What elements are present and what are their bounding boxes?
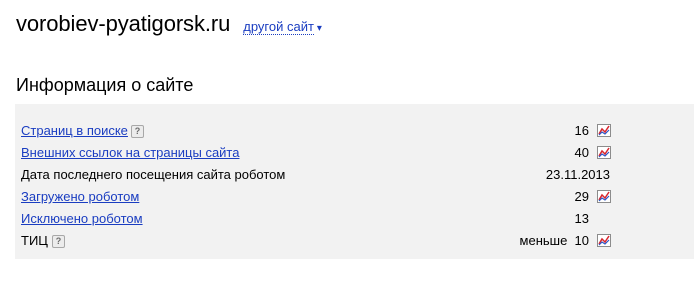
tic-value: меньше 10 <box>519 233 589 248</box>
site-header: vorobiev-pyatigorsk.ru другой сайт ▾ <box>16 11 322 41</box>
excluded-by-robot-value: 13 <box>574 211 589 226</box>
site-name: vorobiev-pyatigorsk.ru <box>16 11 231 36</box>
tic-label: ТИЦ <box>21 233 48 248</box>
external-links-link[interactable]: Внешних ссылок на страницы сайта <box>21 142 239 164</box>
help-icon[interactable]: ? <box>52 235 65 248</box>
site-info-panel: Страниц в поиске ? 16 Внешних ссылок на … <box>15 104 694 259</box>
last-visit-value: 23.11.2013 <box>545 167 610 182</box>
help-icon[interactable]: ? <box>131 125 144 138</box>
chart-icon[interactable] <box>597 124 611 137</box>
site-info-list: Страниц в поиске ? 16 Внешних ссылок на … <box>21 120 611 252</box>
chart-icon[interactable] <box>597 146 611 159</box>
info-row-excluded-by-robot: Исключено роботом 13 <box>21 208 611 230</box>
loaded-by-robot-value: 29 <box>574 189 589 204</box>
chart-icon[interactable] <box>597 234 611 247</box>
chart-icon[interactable] <box>597 190 611 203</box>
external-links-value: 40 <box>574 145 589 160</box>
loaded-by-robot-link[interactable]: Загружено роботом <box>21 186 139 208</box>
info-row-last-visit: Дата последнего посещения сайта роботом … <box>21 164 611 186</box>
chevron-down-icon[interactable]: ▾ <box>317 23 322 34</box>
last-visit-label: Дата последнего посещения сайта роботом <box>21 167 286 182</box>
info-row-external-links: Внешних ссылок на страницы сайта 40 <box>21 142 611 164</box>
section-title: Информация о сайте <box>16 75 194 95</box>
info-row-tic: ТИЦ ? меньше 10 <box>21 230 611 252</box>
excluded-by-robot-link[interactable]: Исключено роботом <box>21 208 143 230</box>
other-site-dropdown[interactable]: другой сайт ▾ <box>243 19 322 35</box>
pages-in-search-link[interactable]: Страниц в поиске <box>21 120 128 142</box>
pages-in-search-value: 16 <box>574 123 589 138</box>
info-row-loaded-by-robot: Загружено роботом 29 <box>21 186 611 208</box>
other-site-label[interactable]: другой сайт <box>243 19 314 35</box>
info-row-pages-in-search: Страниц в поиске ? 16 <box>21 120 611 142</box>
